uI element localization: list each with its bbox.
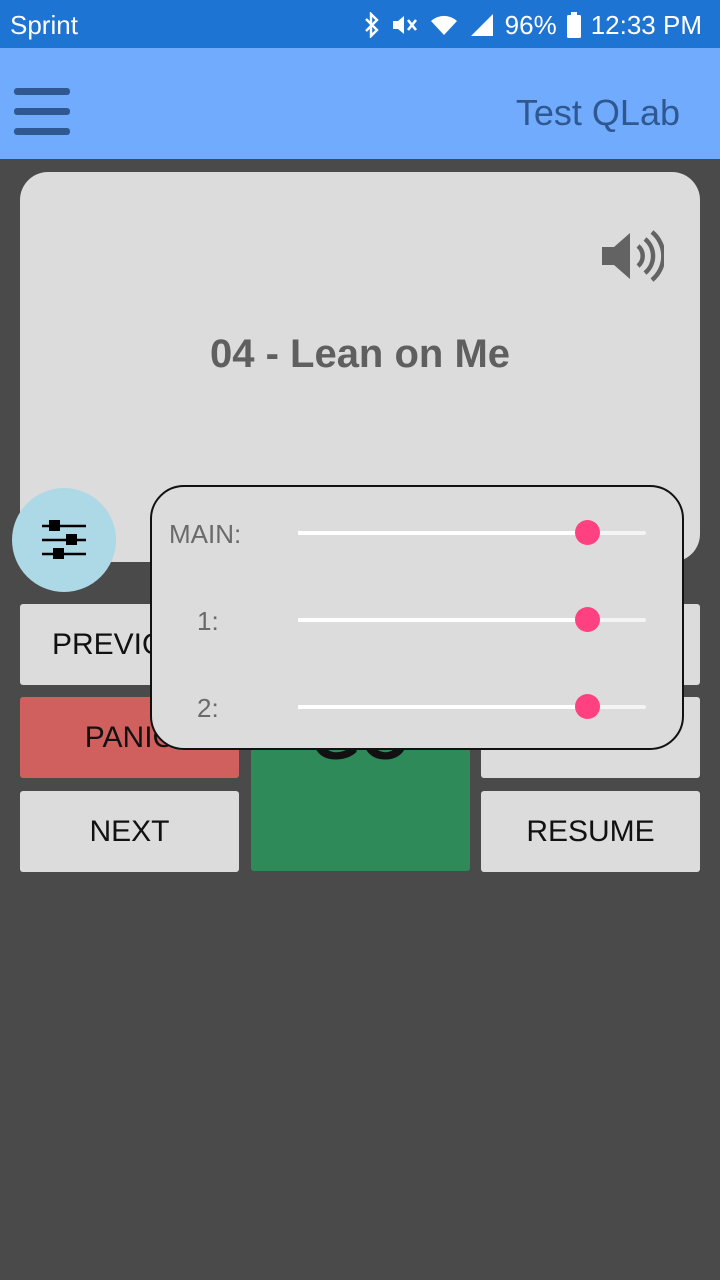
- channel-1-volume-fill: [298, 618, 587, 622]
- bluetooth-icon: [363, 12, 381, 38]
- signal-icon: [469, 12, 495, 38]
- next-button[interactable]: NEXT: [20, 791, 239, 872]
- clock: 12:33 PM: [590, 9, 702, 40]
- channel-1-volume-slider[interactable]: [298, 607, 646, 632]
- wifi-icon: [429, 13, 459, 37]
- status-bar: Sprint 96% 12:33 PM: [0, 0, 720, 48]
- main-volume-thumb[interactable]: [574, 520, 600, 545]
- menu-icon[interactable]: [14, 88, 70, 136]
- mixer-button[interactable]: [12, 488, 116, 592]
- channel-2-volume-slider[interactable]: [298, 694, 646, 719]
- channel-1-volume-label: 1:: [197, 606, 219, 636]
- next-button-label: NEXT: [89, 814, 170, 848]
- channel-2-volume-thumb[interactable]: [574, 694, 600, 719]
- channel-1-volume-thumb[interactable]: [574, 607, 600, 632]
- battery-icon: [566, 12, 581, 38]
- mute-icon: [391, 12, 419, 38]
- battery-level: 96%: [504, 9, 557, 40]
- main-volume-fill: [298, 531, 587, 535]
- channel-2-volume-label: 2:: [197, 693, 219, 723]
- carrier-name: Sprint: [10, 10, 78, 40]
- main-volume-slider[interactable]: [298, 520, 646, 545]
- volume-popup: MAIN: 1: 2:: [150, 485, 684, 750]
- workspace-title: Test QLab: [515, 92, 680, 133]
- speaker-icon: [600, 228, 666, 284]
- main-volume-label: MAIN:: [169, 519, 242, 549]
- channel-2-volume-fill: [298, 705, 587, 709]
- app-bar: Test QLab: [0, 48, 720, 159]
- resume-button[interactable]: RESUME: [481, 791, 700, 872]
- cue-title: 04 - Lean on Me: [209, 332, 511, 376]
- resume-button-label: RESUME: [526, 814, 655, 848]
